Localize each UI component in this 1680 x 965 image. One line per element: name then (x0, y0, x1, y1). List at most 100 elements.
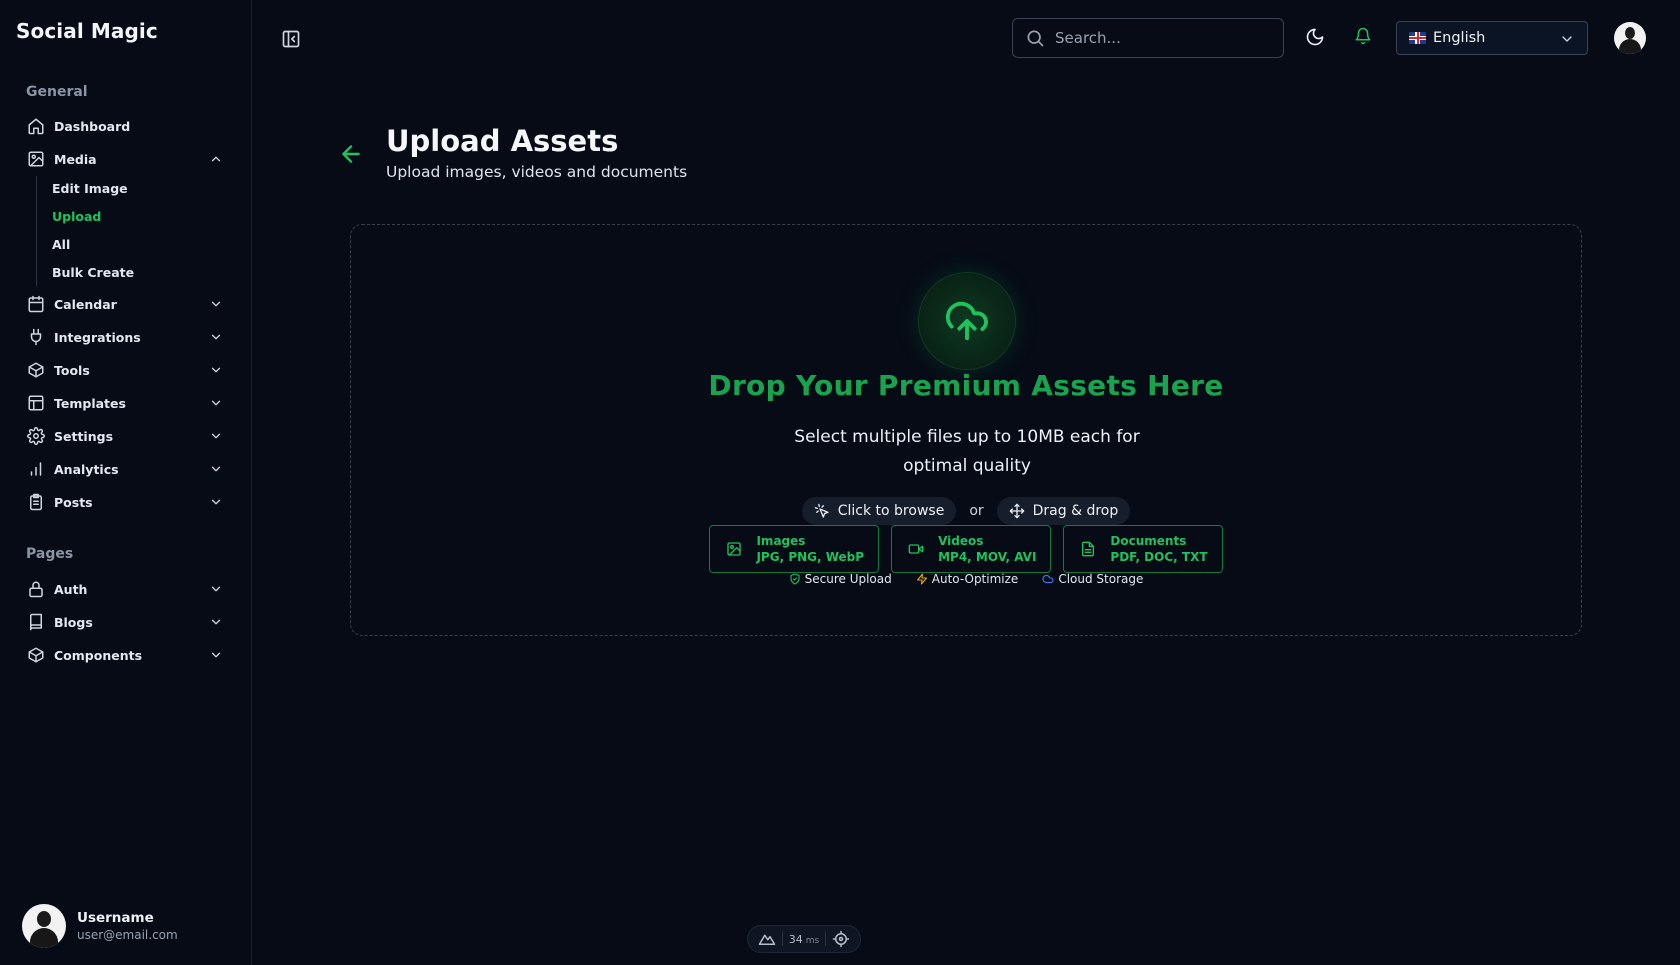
sidebar-item-media[interactable]: Media (26, 146, 226, 172)
target-icon (832, 930, 850, 948)
sidebar-item-templates[interactable]: Templates (26, 390, 226, 416)
sidebar-toggle-icon[interactable] (281, 29, 303, 51)
brand-logo[interactable]: Social Magic (16, 19, 158, 43)
file-type-name: Videos (938, 533, 984, 548)
language-label: English (1433, 30, 1486, 46)
gear-icon (26, 426, 46, 446)
sidebar-subitem-bulk-create[interactable]: Bulk Create (52, 265, 134, 280)
sidebar-subitem-edit-image[interactable]: Edit Image (52, 181, 128, 196)
sidebar-item-label: Dashboard (54, 118, 131, 134)
sidebar-item-posts[interactable]: Posts (26, 489, 226, 515)
user-avatar-button[interactable] (1614, 22, 1646, 54)
or-separator: or (969, 503, 984, 519)
sidebar-item-label: Analytics (54, 461, 119, 477)
sidebar-item-blogs[interactable]: Blogs (26, 609, 226, 635)
sidebar-item-components[interactable]: Components (26, 642, 226, 668)
calendar-icon (26, 294, 46, 314)
browse-button[interactable]: Click to browse (801, 497, 957, 525)
sidebar-item-auth[interactable]: Auth (26, 576, 226, 602)
perf-value: 34 (788, 932, 803, 946)
sidebar-user-card[interactable]: Username user@email.com (22, 903, 242, 949)
chevron-down-icon (211, 334, 221, 340)
avatar (22, 904, 66, 948)
feature-label: Auto-Optimize (931, 572, 1019, 586)
sidebar-item-tools[interactable]: Tools (26, 357, 226, 383)
search-box[interactable] (1012, 18, 1284, 58)
sidebar-item-calendar[interactable]: Calendar (26, 291, 226, 317)
layout-icon (26, 393, 46, 413)
user-email: user@email.com (77, 928, 178, 942)
feature-auto-optimize: Auto-Optimize (916, 572, 1019, 586)
chevron-down-icon (211, 652, 221, 658)
sidebar: Social Magic General Dashboard Media Edi… (0, 0, 252, 965)
bell-icon[interactable] (1354, 27, 1374, 47)
search-icon (1027, 30, 1044, 47)
book-icon (26, 612, 46, 632)
plug-icon (26, 327, 46, 347)
dropzone-actions: Click to browse or Drag & drop (351, 497, 1581, 525)
lock-icon (26, 579, 46, 599)
image-icon (26, 149, 46, 169)
page-title: Upload Assets (386, 124, 619, 158)
sidebar-item-label: Media (54, 151, 97, 167)
user-name: Username (77, 910, 154, 926)
sidebar-item-label: Tools (54, 362, 90, 378)
dropzone-description: Select multiple files up to 10MB each fo… (794, 427, 1140, 476)
submenu-divider (36, 176, 37, 286)
chevron-down-icon (211, 367, 221, 373)
perf-readout: 34 ms (789, 933, 819, 946)
zap-icon (916, 573, 927, 585)
drag-drop-label: Drag & drop (1032, 503, 1119, 519)
chevron-down-icon (1562, 36, 1572, 42)
feature-secure-upload: Secure Upload (789, 572, 892, 586)
chevron-down-icon (211, 400, 221, 406)
file-type-name: Images (756, 533, 806, 548)
image-icon (727, 542, 742, 556)
browse-label: Click to browse (837, 503, 945, 519)
perf-badge[interactable]: 34 ms (747, 925, 861, 953)
file-type-videos: Videos MP4, MOV, AVI (891, 525, 1052, 573)
sidebar-subitem-all[interactable]: All (52, 237, 70, 252)
upload-cloud-icon (919, 273, 1015, 369)
sidebar-item-analytics[interactable]: Analytics (26, 456, 226, 482)
page-subtitle: Upload images, videos and documents (386, 163, 688, 181)
file-type-name: Documents (1110, 533, 1187, 548)
pointer-click-icon (814, 503, 829, 518)
search-input[interactable] (1055, 29, 1275, 47)
file-type-images: Images JPG, PNG, WebP (709, 525, 880, 573)
sidebar-item-label: Auth (54, 581, 88, 597)
sidebar-item-settings[interactable]: Settings (26, 423, 226, 449)
shield-check-icon (790, 573, 800, 585)
sidebar-item-label: Blogs (54, 614, 93, 630)
box-icon (26, 645, 46, 665)
chevron-down-icon (211, 301, 221, 307)
feature-label: Cloud Storage (1058, 572, 1144, 586)
upload-dropzone[interactable]: Drop Your Premium Assets Here Select mul… (350, 224, 1582, 636)
back-arrow-icon[interactable] (338, 141, 364, 167)
drag-drop-button[interactable]: Drag & drop (996, 497, 1131, 525)
file-type-formats: MP4, MOV, AVI (938, 549, 1037, 564)
sidebar-subitem-upload[interactable]: Upload (52, 209, 101, 224)
file-text-icon (1082, 541, 1095, 557)
video-icon (908, 544, 924, 554)
language-select[interactable]: English (1396, 21, 1588, 55)
bar-chart-icon (26, 459, 46, 479)
move-icon (1009, 503, 1024, 519)
box-icon (26, 360, 46, 380)
sidebar-item-label: Posts (54, 494, 93, 510)
uk-flag-icon (1409, 32, 1426, 44)
file-type-formats: JPG, PNG, WebP (756, 549, 865, 564)
mountain-logo-icon (758, 934, 776, 945)
sidebar-item-integrations[interactable]: Integrations (26, 324, 226, 350)
file-type-formats: PDF, DOC, TXT (1110, 549, 1208, 564)
chevron-down-icon (211, 433, 221, 439)
section-general-title: General (26, 84, 88, 100)
feature-list: Secure Upload Auto-Optimize Cloud Storag… (351, 572, 1581, 586)
app-root: Social Magic General Dashboard Media Edi… (0, 0, 1680, 965)
chevron-down-icon (211, 619, 221, 625)
sidebar-item-dashboard[interactable]: Dashboard (26, 113, 226, 139)
moon-icon[interactable] (1305, 27, 1327, 49)
sidebar-item-label: Templates (54, 395, 126, 411)
sidebar-item-label: Components (54, 647, 143, 663)
sidebar-item-label: Integrations (54, 329, 141, 345)
